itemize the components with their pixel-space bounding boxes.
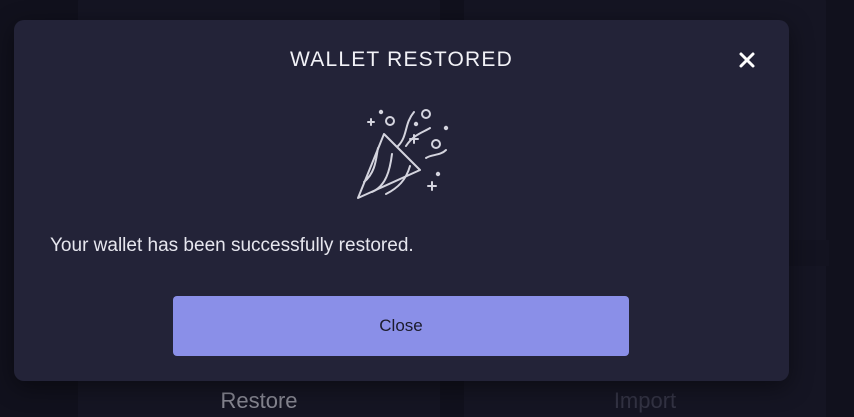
wallet-restored-dialog: WALLET RESTORED Your wallet has been suc… bbox=[14, 20, 789, 381]
success-message: Your wallet has been successfully restor… bbox=[50, 235, 414, 256]
close-icon[interactable] bbox=[735, 48, 759, 72]
dialog-title: WALLET RESTORED bbox=[290, 48, 513, 71]
party-popper-icon bbox=[354, 106, 450, 202]
close-button[interactable]: Close bbox=[173, 296, 629, 356]
